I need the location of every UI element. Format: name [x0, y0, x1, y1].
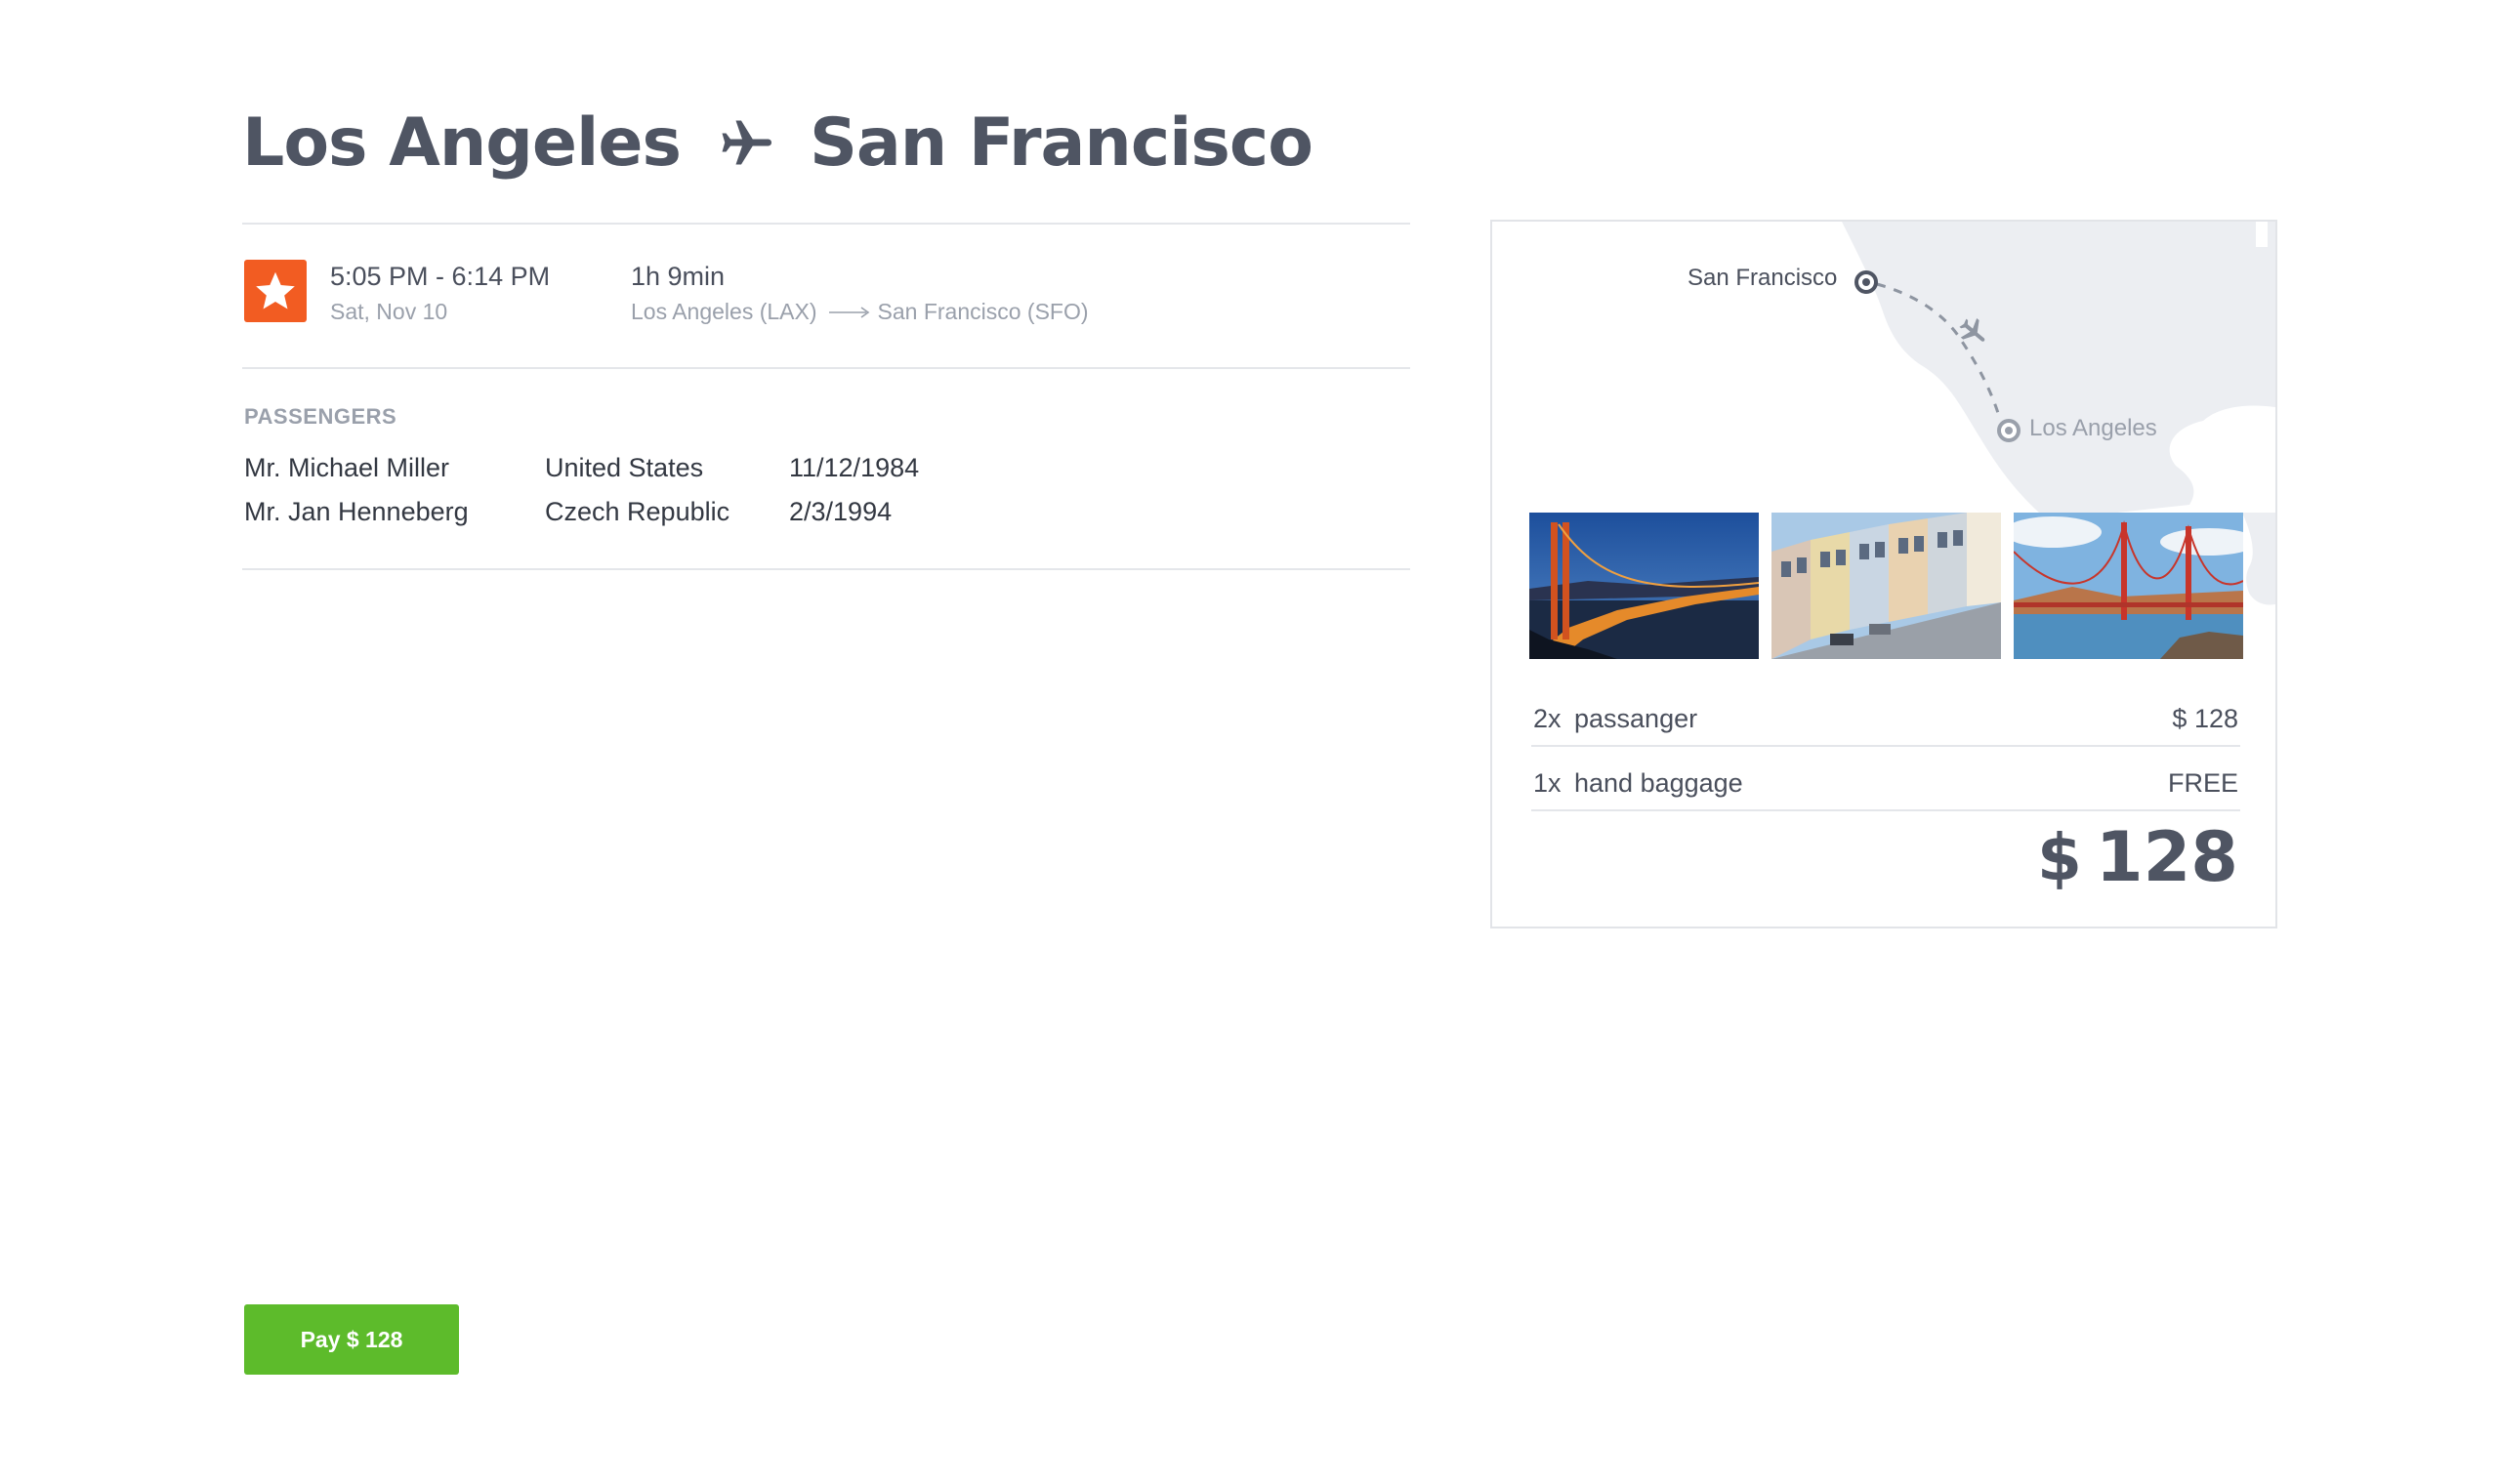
- passenger-row: Mr. Jan Henneberg Czech Republic 2/3/199…: [244, 497, 1221, 536]
- passengers-heading: PASSENGERS: [244, 404, 397, 429]
- divider: [242, 223, 1410, 225]
- line-item: 1x hand baggage FREE: [1531, 747, 2240, 811]
- line-item: 2x passanger $ 128: [1531, 682, 2240, 747]
- pay-button[interactable]: Pay $ 128: [244, 1304, 459, 1375]
- total-price: $ 128: [2037, 817, 2238, 897]
- flight-time: 5:05 PM - 6:14 PM: [330, 262, 551, 291]
- flight-duration: 1h 9min: [631, 262, 726, 291]
- destination-city: San Francisco: [809, 103, 1313, 182]
- total-currency: $: [2036, 819, 2082, 895]
- destination-photos: [1529, 513, 2243, 659]
- line-item-qty: 1x: [1533, 768, 1562, 798]
- line-item-desc: hand baggage: [1574, 768, 1743, 798]
- map-label-san-francisco: San Francisco: [1688, 265, 1838, 291]
- route-from: Los Angeles (LAX): [631, 299, 817, 324]
- passenger-name: Mr. Jan Henneberg: [244, 497, 469, 526]
- passenger-country: Czech Republic: [545, 497, 730, 526]
- line-item-amount: FREE: [2167, 768, 2238, 798]
- flight-date: Sat, Nov 10: [330, 299, 448, 324]
- star-logo-icon: [244, 260, 307, 322]
- origin-city: Los Angeles: [242, 103, 682, 182]
- order-summary-card: San Francisco Los Angeles 2x passanger $…: [1490, 220, 2277, 928]
- flight-summary: 5:05 PM - 6:14 PM Sat, Nov 10 1h 9min Lo…: [242, 258, 1410, 340]
- line-item-amount: $ 128: [2172, 704, 2238, 733]
- divider: [242, 367, 1410, 369]
- flight-route: Los Angeles (LAX) San Francisco (SFO): [631, 299, 1089, 325]
- passenger-dob: 2/3/1994: [789, 497, 893, 526]
- divider: [1531, 809, 2240, 811]
- line-item-desc: passanger: [1574, 704, 1698, 733]
- golden-gate-bridge-day-photo: [2014, 513, 2243, 659]
- san-francisco-street-photo: [1771, 513, 2001, 659]
- location-pin-icon: [1997, 419, 2021, 442]
- plane-icon: [722, 120, 771, 165]
- arrow-right-icon: [828, 306, 869, 318]
- page-title: Los Angeles San Francisco: [242, 94, 1313, 191]
- passenger-row: Mr. Michael Miller United States 11/12/1…: [244, 453, 1221, 492]
- total-value: 128: [2095, 817, 2238, 897]
- passenger-name: Mr. Michael Miller: [244, 453, 450, 482]
- plane-icon: [1959, 318, 1985, 342]
- location-pin-icon: [1854, 270, 1878, 294]
- passenger-dob: 11/12/1984: [789, 453, 920, 482]
- passenger-country: United States: [545, 453, 704, 482]
- map-label-los-angeles: Los Angeles: [2029, 415, 2157, 441]
- golden-gate-bridge-night-photo: [1529, 513, 1759, 659]
- divider: [242, 568, 1410, 570]
- line-item-qty: 2x: [1533, 704, 1562, 733]
- route-to: San Francisco (SFO): [877, 299, 1089, 324]
